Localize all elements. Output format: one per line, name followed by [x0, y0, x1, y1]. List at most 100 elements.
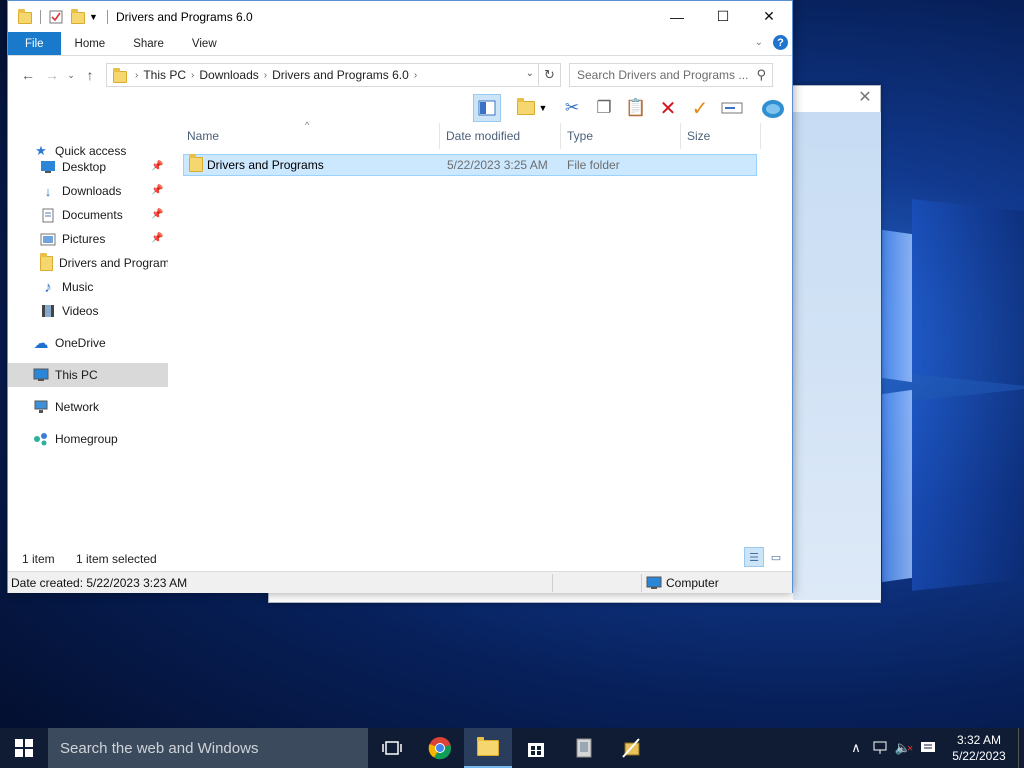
- window-title: Drivers and Programs 6.0: [116, 9, 253, 24]
- column-name[interactable]: Name: [181, 123, 440, 149]
- paste-icon[interactable]: 📋: [622, 94, 650, 122]
- date-created: Date created: 5/22/2023 3:23 AM: [11, 576, 188, 590]
- cloud-icon: ☁: [33, 335, 49, 352]
- tab-share[interactable]: Share: [119, 32, 178, 55]
- nav-homegroup[interactable]: Homegroup: [8, 427, 168, 451]
- nav-label: Pictures: [62, 232, 106, 246]
- preview-pane-icon[interactable]: [473, 94, 501, 122]
- nav-item-drivers-and-programs[interactable]: Drivers and Programs: [8, 251, 168, 275]
- nav-item-desktop[interactable]: Desktop 📌: [8, 155, 168, 179]
- chevron-up-icon[interactable]: ∧: [844, 728, 868, 768]
- column-type[interactable]: Type: [561, 123, 681, 149]
- chevron-down-icon[interactable]: ▼: [89, 10, 103, 24]
- store-icon[interactable]: [512, 728, 560, 768]
- desktop-icon: [40, 159, 56, 175]
- copy-icon[interactable]: ❐: [590, 94, 618, 122]
- nav-label: Network: [55, 400, 100, 414]
- task-view-icon[interactable]: [368, 728, 416, 768]
- close-icon[interactable]: ✕: [856, 89, 874, 107]
- properties-icon[interactable]: [49, 10, 63, 24]
- delete-icon[interactable]: ✕: [654, 94, 682, 122]
- windows-logo-icon: [15, 739, 33, 757]
- videos-icon: [40, 303, 56, 319]
- chevron-right-icon[interactable]: ›: [191, 70, 194, 81]
- nav-item-videos[interactable]: Videos: [8, 299, 168, 323]
- expand-ribbon-icon[interactable]: ⌄: [755, 37, 763, 48]
- refresh-icon[interactable]: ↻: [539, 63, 561, 87]
- nav-item-documents[interactable]: Documents 📌: [8, 203, 168, 227]
- nav-item-pictures[interactable]: Pictures 📌: [8, 227, 168, 251]
- table-row[interactable]: Drivers and Programs 5/22/2023 3:25 AM F…: [183, 154, 757, 176]
- column-size[interactable]: Size: [681, 123, 761, 149]
- nav-label: Documents: [62, 208, 123, 222]
- file-explorer-window[interactable]: ▼ Drivers and Programs 6.0 — ☐ ✕ File Ho…: [7, 0, 793, 593]
- installer-icon[interactable]: [560, 728, 608, 768]
- start-button[interactable]: [0, 728, 48, 768]
- nav-this-pc[interactable]: This PC: [8, 363, 168, 387]
- notifications-icon[interactable]: [916, 728, 940, 768]
- tab-file[interactable]: File: [8, 32, 61, 55]
- chevron-down-icon[interactable]: ▼: [536, 94, 550, 122]
- nav-label: OneDrive: [55, 336, 106, 350]
- cut-icon[interactable]: ✂: [558, 94, 586, 122]
- forward-icon[interactable]: →: [40, 63, 64, 87]
- back-icon[interactable]: ←: [16, 63, 40, 87]
- pin-icon[interactable]: 📌: [151, 209, 163, 220]
- details-view-icon[interactable]: ☰: [744, 547, 764, 567]
- chevron-right-icon[interactable]: ›: [414, 70, 417, 81]
- nav-onedrive[interactable]: ☁ OneDrive: [8, 331, 168, 355]
- search-input[interactable]: Search Drivers and Programs ... ⚲: [569, 63, 773, 87]
- minimize-button[interactable]: —: [654, 1, 700, 32]
- setup-wizard-icon[interactable]: [608, 728, 656, 768]
- clock[interactable]: 3:32 AM 5/22/2023: [940, 732, 1018, 764]
- chevron-right-icon[interactable]: ›: [264, 70, 267, 81]
- wallpaper-beam: [912, 389, 1024, 591]
- breadcrumb-current[interactable]: Drivers and Programs 6.0: [272, 68, 409, 82]
- homegroup-icon: [33, 431, 49, 447]
- pin-icon[interactable]: 📌: [151, 185, 163, 196]
- tab-home[interactable]: Home: [61, 32, 120, 55]
- nav-item-downloads[interactable]: ↓ Downloads 📌: [8, 179, 168, 203]
- nav-label: Drivers and Programs: [59, 256, 168, 270]
- column-date-modified[interactable]: Date modified: [440, 123, 561, 149]
- folder-icon: [18, 8, 32, 24]
- navigation-pane[interactable]: ★ Quick access Desktop 📌 ↓ Downloads 📌 D…: [8, 123, 168, 543]
- large-icons-view-icon[interactable]: ▭: [766, 547, 786, 567]
- nav-label: Desktop: [62, 160, 107, 174]
- background-window-panel: [793, 112, 881, 600]
- maximize-button[interactable]: ☐: [700, 1, 746, 32]
- recent-locations-icon[interactable]: ⌄: [64, 63, 78, 87]
- breadcrumb-this-pc[interactable]: This PC: [143, 68, 186, 82]
- pin-icon[interactable]: 📌: [151, 161, 163, 172]
- nav-item-music[interactable]: ♪ Music: [8, 275, 168, 299]
- network-icon[interactable]: [868, 728, 892, 768]
- title-bar[interactable]: ▼ Drivers and Programs 6.0 — ☐ ✕: [8, 1, 792, 32]
- help-icon[interactable]: ?: [773, 35, 788, 50]
- computer-icon: [33, 367, 49, 383]
- folder-icon: [113, 67, 127, 83]
- close-button[interactable]: ✕: [746, 1, 792, 32]
- nav-network[interactable]: Network: [8, 395, 168, 419]
- breadcrumb-downloads[interactable]: Downloads: [199, 68, 258, 82]
- view-switcher: ☰ ▭: [744, 547, 786, 567]
- wallpaper-beam: [912, 199, 1024, 386]
- new-folder-icon[interactable]: [71, 8, 85, 24]
- pin-icon[interactable]: 📌: [151, 233, 163, 244]
- chevron-right-icon[interactable]: ›: [135, 70, 138, 81]
- chrome-icon[interactable]: [416, 728, 464, 768]
- music-icon: ♪: [44, 278, 52, 296]
- nav-label: Videos: [62, 304, 99, 318]
- address-bar[interactable]: › This PC › Downloads › Drivers and Prog…: [106, 63, 539, 87]
- taskbar-search[interactable]: Search the web and Windows: [48, 728, 368, 768]
- file-list[interactable]: ^ Name Date modified Type Size Drivers a…: [181, 120, 783, 543]
- volume-muted-icon[interactable]: 🔈 ✕: [892, 728, 916, 768]
- chevron-down-icon[interactable]: ⌄: [526, 68, 534, 79]
- tab-view[interactable]: View: [178, 32, 231, 55]
- checkmark-icon[interactable]: ✓: [686, 94, 714, 122]
- up-icon[interactable]: ↑: [78, 63, 102, 87]
- file-explorer-icon[interactable]: [464, 728, 512, 768]
- rename-icon[interactable]: [718, 94, 746, 122]
- shell-icon[interactable]: [759, 94, 787, 122]
- wallpaper-beam: [882, 229, 912, 383]
- show-desktop-button[interactable]: [1018, 728, 1024, 768]
